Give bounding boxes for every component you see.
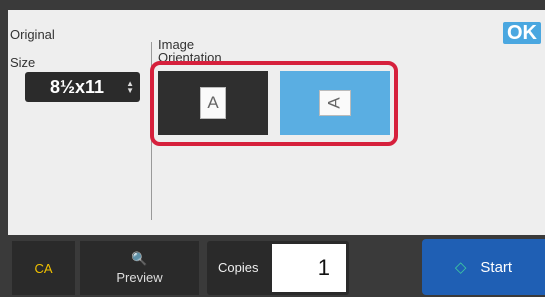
copies-label: Copies [218, 260, 259, 275]
portrait-paper-icon: A [200, 87, 226, 119]
start-icon: ◇ [454, 259, 467, 276]
bottom-bar: CA 🔍 Preview Copies 1 ◇ Start [0, 237, 545, 297]
copies-input[interactable]: 1 [272, 244, 346, 292]
original-title: Original [10, 27, 55, 42]
start-button[interactable]: ◇ Start [422, 239, 545, 295]
size-label: Size [10, 55, 36, 70]
start-label: Start [480, 258, 513, 276]
size-value: 8½x11 [50, 76, 105, 97]
ca-button[interactable]: CA [12, 241, 75, 295]
size-select[interactable]: 8½x11 ▲ ▼ [25, 72, 140, 102]
orientation-portrait-button[interactable]: A [158, 71, 268, 135]
select-arrows-icon: ▲ ▼ [126, 79, 134, 95]
landscape-paper-icon: A [319, 90, 351, 116]
preview-icon: 🔍 [131, 251, 148, 266]
preview-label: Preview [116, 270, 163, 285]
orientation-landscape-button[interactable]: A [280, 71, 390, 135]
copies-box: Copies 1 [207, 241, 349, 295]
orientation-label-cut: Orientation [158, 50, 222, 61]
ok-button[interactable]: OK [503, 22, 541, 44]
preview-button[interactable]: 🔍 Preview [80, 241, 199, 295]
